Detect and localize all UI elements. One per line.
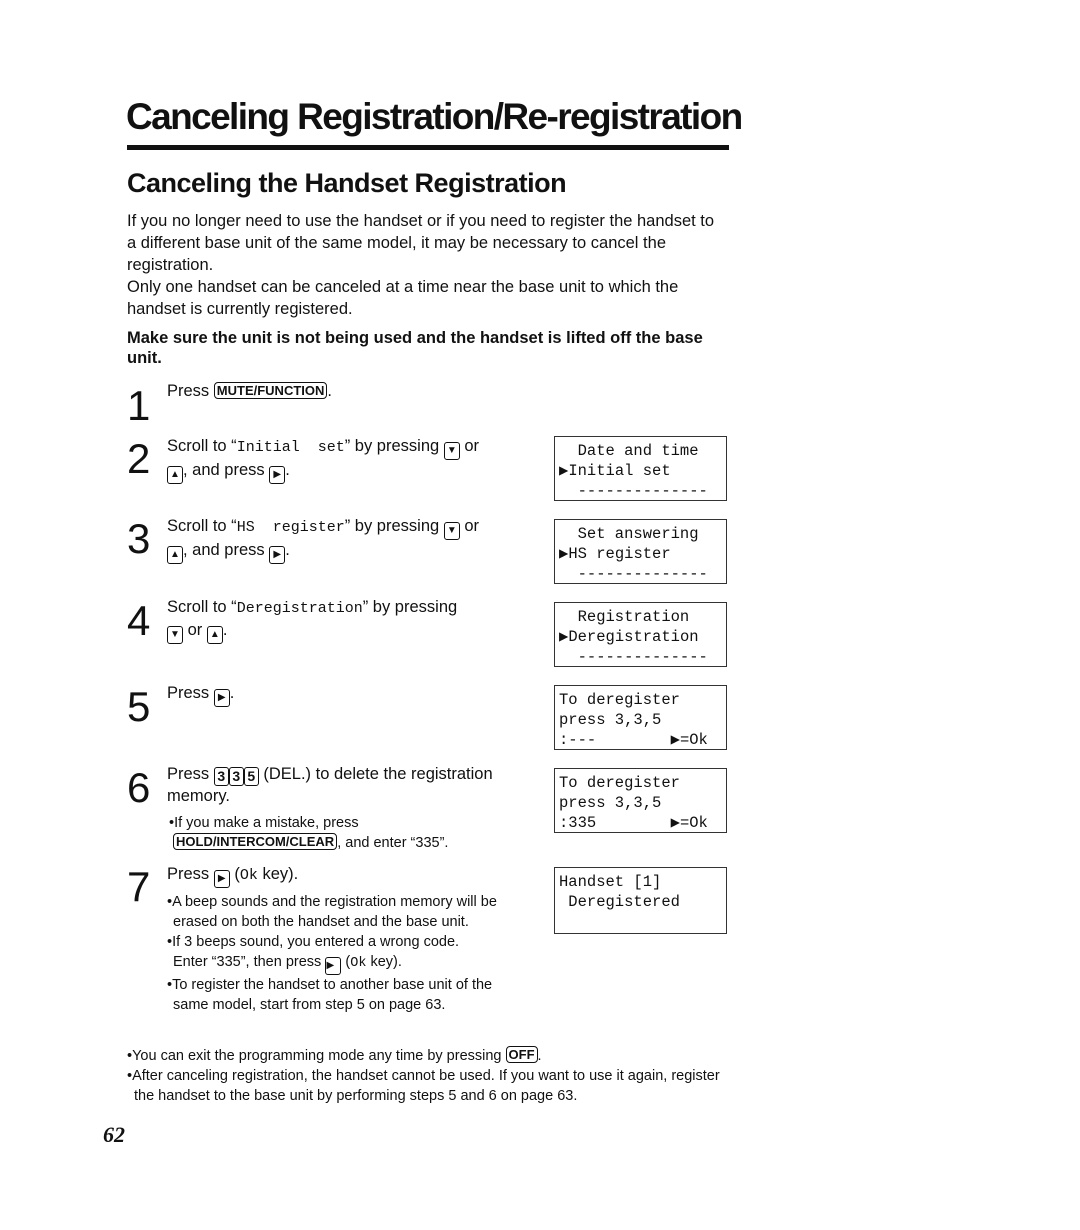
step-text: . xyxy=(285,541,290,559)
step-text: Scroll to “ xyxy=(167,517,237,535)
right-arrow-key-icon: ▶ xyxy=(269,546,286,564)
right-arrow-key-icon: ▶ xyxy=(269,466,286,484)
step-text: , and press xyxy=(183,541,265,559)
note-text: •If you make a mistake, press xyxy=(169,814,359,831)
step-text: Scroll to “ xyxy=(167,598,237,616)
step-text: . xyxy=(285,461,290,479)
display-text: Ok xyxy=(350,956,367,971)
step-text: Press xyxy=(167,765,210,783)
note-line: Enter “335”, then press xyxy=(173,954,322,970)
step-text: Scroll to “ xyxy=(167,437,237,455)
mute-function-key: MUTE/FUNCTION xyxy=(213,382,328,399)
title-rule xyxy=(127,145,729,150)
off-key: OFF xyxy=(505,1046,538,1063)
down-arrow-key-icon: ▼ xyxy=(443,522,460,540)
note-text: . xyxy=(537,1048,542,1064)
page-title: Canceling Registration/Re-registration xyxy=(126,96,743,137)
lcd-display: To deregister press 3,3,5 :335 ▶=Ok xyxy=(554,768,727,833)
note-text: •You can exit the programming mode any t… xyxy=(127,1048,502,1064)
down-arrow-key-icon: ▼ xyxy=(443,442,460,460)
note-text: , and enter “335”. xyxy=(337,834,449,851)
footer-note: •After canceling registration, the hands… xyxy=(127,1068,720,1104)
hold-intercom-clear-key: HOLD/INTERCOM/CLEAR xyxy=(173,832,338,850)
step-4: Scroll to “Deregistration” by pressing ▼ … xyxy=(167,597,527,644)
lcd-display: Set answering ▶HS register -------------… xyxy=(554,519,727,584)
key-3: 3 xyxy=(213,767,229,786)
up-arrow-key-icon: ▲ xyxy=(167,546,183,564)
intro-paragraph: Only one handset can be canceled at a ti… xyxy=(127,278,679,318)
note-text: •To register the handset to another base… xyxy=(167,977,493,1013)
key-3: 3 xyxy=(228,767,244,786)
step-text: or xyxy=(187,620,203,639)
up-arrow-key-icon: ▲ xyxy=(206,625,223,644)
manual-page: Canceling Registration/Re-registration C… xyxy=(0,0,1080,1230)
step-text: Press xyxy=(167,684,210,702)
step-number: 2 xyxy=(127,435,151,482)
step-number: 4 xyxy=(127,597,151,644)
lcd-display: Handset [1] Deregistered xyxy=(554,867,727,934)
lcd-display: Date and time ▶Initial set -------------… xyxy=(554,436,727,501)
display-text: HS register xyxy=(236,519,345,536)
section-title: Canceling the Handset Registration xyxy=(127,168,567,198)
step-text: Press xyxy=(167,382,210,400)
step-2: Scroll to “Initial set” by pressing ▼ or… xyxy=(167,436,527,484)
step-number: 3 xyxy=(127,515,151,562)
right-arrow-key-icon: ▶ xyxy=(213,689,230,707)
step-text: . xyxy=(327,382,332,400)
lcd-display: Registration ▶Deregistration -----------… xyxy=(554,602,727,667)
intro: If you no longer need to use the handset… xyxy=(127,210,727,320)
page-number: 62 xyxy=(103,1122,125,1147)
step-text: . xyxy=(229,684,235,702)
note-text: •A beep sounds and the registration memo… xyxy=(167,894,497,930)
step-text: key). xyxy=(262,865,299,883)
step-1: Press MUTE/FUNCTION. xyxy=(167,381,527,403)
note-line: key). xyxy=(370,954,402,970)
step-text: , and press xyxy=(183,461,265,479)
warning: Make sure the unit is not being used and… xyxy=(127,329,703,367)
step-notes: •A beep sounds and the registration memo… xyxy=(167,892,528,1015)
key-5: 5 xyxy=(243,767,259,786)
step-note: •If you make a mistake, press HOLD/INTER… xyxy=(169,813,527,853)
step-text: Press xyxy=(167,865,210,883)
right-arrow-key-icon: ▶ xyxy=(213,870,230,888)
step-text: ” by pressing xyxy=(362,598,458,616)
step-number: 5 xyxy=(127,683,151,730)
note-text: •If 3 beeps sound, you entered a wrong c… xyxy=(167,932,528,975)
lcd-display: To deregister press 3,3,5 :--- ▶=Ok xyxy=(554,685,727,750)
step-text: ” by pressing xyxy=(344,437,440,455)
step-number: 7 xyxy=(127,863,151,910)
step-3: Scroll to “HS register” by pressing ▼ or… xyxy=(167,516,527,564)
step-5: Press ▶. xyxy=(167,683,527,707)
display-text: Ok xyxy=(239,867,258,884)
down-arrow-key-icon: ▼ xyxy=(167,625,183,644)
intro-paragraph: If you no longer need to use the handset… xyxy=(127,212,715,274)
step-number: 6 xyxy=(127,764,151,811)
right-arrow-key-icon: ▶ xyxy=(325,957,342,975)
display-text: Initial set xyxy=(236,439,345,456)
step-number: 1 xyxy=(127,382,151,429)
step-6: Press 335 (DEL.) to delete the registrat… xyxy=(167,764,527,853)
step-text: . xyxy=(222,620,228,639)
step-text: ” by pressing xyxy=(344,517,440,535)
step-text: or xyxy=(464,517,480,535)
up-arrow-key-icon: ▲ xyxy=(167,466,183,484)
step-7: Press ▶ (Ok key). •A beep sounds and the… xyxy=(167,864,527,1015)
footer-note: •You can exit the programming mode any t… xyxy=(127,1046,747,1066)
note-line: •If 3 beeps sound, you entered a wrong c… xyxy=(167,934,460,950)
display-text: Deregistration xyxy=(236,600,363,617)
step-text: or xyxy=(464,437,480,455)
